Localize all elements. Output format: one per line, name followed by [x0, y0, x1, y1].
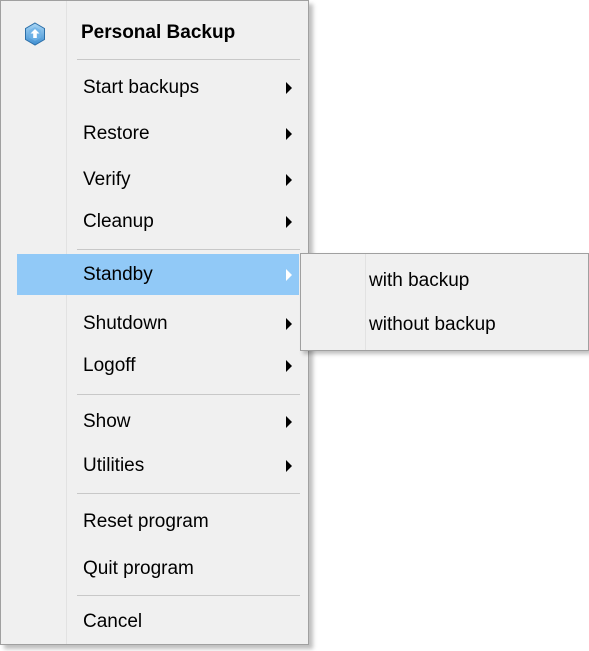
submenu-arrow-icon [286, 82, 292, 94]
menu-item-verify[interactable]: Verify [1, 159, 308, 200]
menu-item-start-backups[interactable]: Start backups [1, 67, 308, 108]
submenu-arrow-icon [286, 460, 292, 472]
standby-submenu: with backup without backup [300, 253, 589, 351]
submenu-arrow-icon [286, 360, 292, 372]
menu-item-quit-program[interactable]: Quit program [1, 548, 308, 589]
menu-item-label: Logoff [83, 355, 136, 376]
submenu-item-with-backup[interactable]: with backup [301, 260, 588, 300]
menu-item-label: Shutdown [83, 313, 168, 334]
menu-item-show[interactable]: Show [1, 401, 308, 442]
menu-item-label: Show [83, 411, 131, 432]
menu-item-label: Restore [83, 123, 150, 144]
submenu-arrow-icon [286, 216, 292, 228]
menu-item-label: Quit program [83, 558, 194, 579]
menu-item-reset-program[interactable]: Reset program [1, 501, 308, 542]
menu-item-restore[interactable]: Restore [1, 113, 308, 154]
submenu-arrow-icon [286, 269, 292, 281]
submenu-arrow-icon [286, 174, 292, 186]
personal-backup-app-icon [25, 22, 45, 46]
submenu-item-label: without backup [369, 314, 496, 335]
menu-item-label: Cleanup [83, 211, 154, 232]
menu-separator [77, 59, 300, 60]
menu-item-label: Verify [83, 169, 131, 190]
menu-item-label: Cancel [83, 611, 143, 632]
menu-separator [77, 595, 300, 596]
submenu-item-without-backup[interactable]: without backup [301, 304, 588, 344]
menu-item-cleanup[interactable]: Cleanup [1, 201, 308, 242]
menu-title: Personal Backup [81, 22, 236, 43]
menu-separator [77, 249, 300, 250]
submenu-arrow-icon [286, 416, 292, 428]
menu-separator [77, 493, 300, 494]
context-menu: Personal Backup Start backups Restore Ve… [0, 0, 309, 645]
submenu-item-label: with backup [369, 270, 470, 291]
menu-item-shutdown[interactable]: Shutdown [1, 303, 308, 344]
menu-item-utilities[interactable]: Utilities [1, 445, 308, 486]
menu-item-cancel[interactable]: Cancel [1, 601, 308, 642]
menu-header: Personal Backup [1, 13, 308, 53]
submenu-arrow-icon [286, 318, 292, 330]
menu-item-label: Standby [83, 264, 153, 285]
menu-item-label: Utilities [83, 455, 145, 476]
submenu-arrow-icon [286, 128, 292, 140]
menu-item-label: Start backups [83, 77, 200, 98]
menu-item-label: Reset program [83, 511, 209, 532]
menu-separator [77, 394, 300, 395]
menu-item-logoff[interactable]: Logoff [1, 345, 308, 386]
menu-item-standby[interactable]: Standby [17, 254, 299, 295]
